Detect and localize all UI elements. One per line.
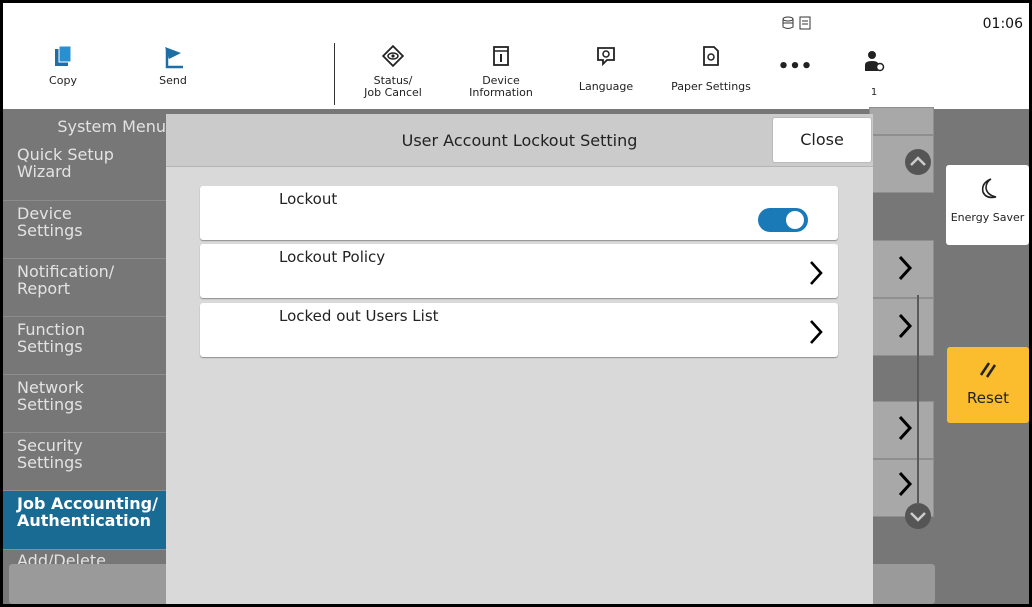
sidebar-item-job-accounting[interactable]: Job Accounting/ Authentication bbox=[3, 490, 169, 549]
sidebar: System Menu Quick Setup Wizard Device Se… bbox=[3, 109, 169, 604]
locked-out-users-list-label: Locked out Users List bbox=[279, 307, 439, 325]
copy-icon bbox=[55, 45, 72, 66]
sidebar-item-label: Device Settings bbox=[17, 204, 83, 240]
device-info-icon bbox=[493, 46, 509, 66]
lockout-row[interactable]: Lockout bbox=[200, 186, 838, 240]
send-button[interactable]: Send bbox=[151, 45, 195, 87]
device-information-label: Device Information bbox=[469, 74, 533, 99]
send-icon bbox=[165, 47, 183, 69]
chevron-right-icon bbox=[898, 415, 913, 441]
lockout-policy-row[interactable]: Lockout Policy bbox=[200, 244, 838, 298]
toggle-knob bbox=[786, 211, 804, 229]
top-bar: Copy Send Status/ Job Cancel Device Info… bbox=[3, 3, 1029, 109]
scroll-up-icon bbox=[905, 149, 931, 175]
scrollbar-track bbox=[917, 295, 919, 505]
dialog-header: User Account Lockout Setting Close bbox=[166, 114, 873, 167]
chevron-right-icon bbox=[898, 471, 913, 497]
sidebar-item-network-settings[interactable]: Network Settings bbox=[3, 374, 169, 432]
device-information-button[interactable]: Device Information bbox=[461, 45, 541, 99]
sidebar-item-label: Notification/ Report bbox=[17, 262, 115, 298]
locked-out-users-list-row[interactable]: Locked out Users List bbox=[200, 303, 838, 357]
status-eye-icon bbox=[382, 45, 404, 67]
status-job-cancel-button[interactable]: Status/ Job Cancel bbox=[358, 45, 428, 99]
copy-button[interactable]: Copy bbox=[41, 45, 85, 87]
user-count: 1 bbox=[870, 87, 878, 98]
lockout-policy-label: Lockout Policy bbox=[279, 248, 386, 266]
sidebar-item-label: Network Settings bbox=[17, 378, 84, 414]
user-settings-icon bbox=[865, 51, 885, 72]
sidebar-item-device-settings[interactable]: Device Settings bbox=[3, 200, 169, 258]
sidebar-item-security-settings[interactable]: Security Settings bbox=[3, 432, 169, 490]
lockout-toggle[interactable] bbox=[758, 208, 808, 232]
send-label: Send bbox=[159, 74, 187, 87]
paper-settings-button[interactable]: Paper Settings bbox=[665, 45, 757, 93]
toolbar-divider bbox=[334, 43, 335, 105]
energy-saver-button[interactable]: Energy Saver bbox=[946, 165, 1029, 245]
reset-icon bbox=[979, 362, 997, 378]
moon-icon bbox=[981, 178, 996, 199]
copy-label: Copy bbox=[49, 74, 77, 87]
sidebar-item-label: Security Settings bbox=[17, 436, 83, 472]
status-icons bbox=[781, 16, 811, 34]
reset-button[interactable]: Reset bbox=[947, 347, 1029, 423]
sidebar-item-quick-setup[interactable]: Quick Setup Wizard bbox=[3, 142, 169, 199]
energy-saver-label: Energy Saver bbox=[950, 211, 1025, 224]
sidebar-item-label: Function Settings bbox=[17, 320, 86, 356]
language-label: Language bbox=[578, 80, 634, 93]
scroll-down-icon bbox=[905, 503, 931, 529]
storage-icon bbox=[782, 16, 794, 29]
clock: 01:06 bbox=[982, 16, 1023, 32]
close-button[interactable]: Close bbox=[772, 117, 872, 163]
sidebar-item-notification-report[interactable]: Notification/ Report bbox=[3, 258, 169, 316]
more-icon: ••• bbox=[777, 56, 813, 77]
sidebar-item-label: Quick Setup Wizard bbox=[17, 145, 114, 181]
paper-settings-label: Paper Settings bbox=[671, 80, 751, 93]
sidebar-title: System Menu bbox=[57, 117, 166, 136]
bg-row-top bbox=[869, 107, 934, 135]
language-icon bbox=[597, 47, 615, 67]
sidebar-item-label: Job Accounting/ Authentication bbox=[17, 494, 158, 530]
more-button[interactable]: ••• bbox=[775, 58, 815, 76]
lockout-label: Lockout bbox=[279, 190, 338, 208]
lockout-setting-dialog: User Account Lockout Setting Close Locko… bbox=[166, 114, 873, 604]
language-button[interactable]: Language bbox=[571, 45, 641, 93]
chevron-right-icon bbox=[810, 320, 823, 344]
screen: Copy Send Status/ Job Cancel Device Info… bbox=[3, 3, 1029, 604]
status-job-cancel-label: Status/ Job Cancel bbox=[364, 74, 422, 99]
sidebar-item-function-settings[interactable]: Function Settings bbox=[3, 316, 169, 374]
reset-label: Reset bbox=[967, 389, 1009, 407]
chevron-right-icon bbox=[898, 313, 913, 339]
dialog-title: User Account Lockout Setting bbox=[401, 131, 638, 150]
chevron-right-icon bbox=[810, 261, 823, 285]
chevron-right-icon bbox=[898, 255, 913, 281]
paper-settings-icon bbox=[703, 46, 719, 66]
user-button[interactable]: 1 bbox=[854, 49, 894, 99]
document-box-icon bbox=[799, 16, 811, 30]
